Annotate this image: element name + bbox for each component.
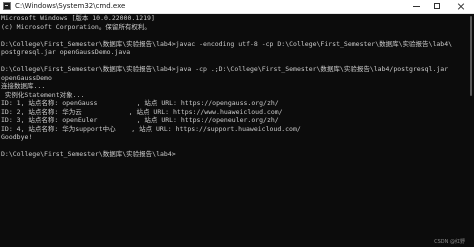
console-line: postgresql.jar openGaussDemo.java (1, 48, 131, 56)
vertical-scrollbar[interactable] (468, 14, 474, 247)
console-prompt[interactable]: D:\College\First_Semester\数据库\实验报告\lab4> (0, 150, 468, 159)
scrollbar-thumb[interactable] (470, 16, 472, 96)
console-line: Goodbye! (1, 133, 33, 141)
console-line: ID: 4, 站点名称: 华为support中心 , 站点 URL: https… (1, 124, 301, 133)
console-line: ID: 2, 站点名称: 华为云 , 站点 URL: https://www.h… (1, 107, 283, 116)
console-line: ID: 1, 站点名称: openGauss , 站点 URL: https:/… (1, 99, 279, 107)
console-line: 连接数据库... (1, 82, 46, 90)
console-line: (c) Microsoft Corporation。保留所有权利。 (1, 22, 151, 31)
cmd-window: C:\Windows\System32\cmd.exe Microsoft Wi… (0, 0, 474, 247)
console-line: D:\College\First_Semester\数据库\实验报告\lab4>… (1, 65, 449, 73)
console-line: Microsoft Windows [版本 10.0.22000.1219] (1, 14, 155, 22)
console-line: D:\College\First_Semester\数据库\实验报告\lab4>… (1, 39, 453, 48)
window-title: C:\Windows\System32\cmd.exe (15, 2, 126, 10)
console-line: ID: 3, 站点名称: openEuler , 站点 URL: https:/… (1, 116, 279, 124)
console-output[interactable]: Microsoft Windows [版本 10.0.22000.1219] (… (0, 14, 468, 247)
watermark-text: CSDN @红野 (434, 239, 465, 245)
title-bar[interactable]: C:\Windows\System32\cmd.exe (0, 0, 474, 14)
console-line: 实例化Statement对象... (1, 90, 85, 99)
close-button[interactable] (448, 0, 474, 13)
terminal-icon (3, 2, 11, 10)
console-line: openGaussDemo (1, 73, 52, 82)
